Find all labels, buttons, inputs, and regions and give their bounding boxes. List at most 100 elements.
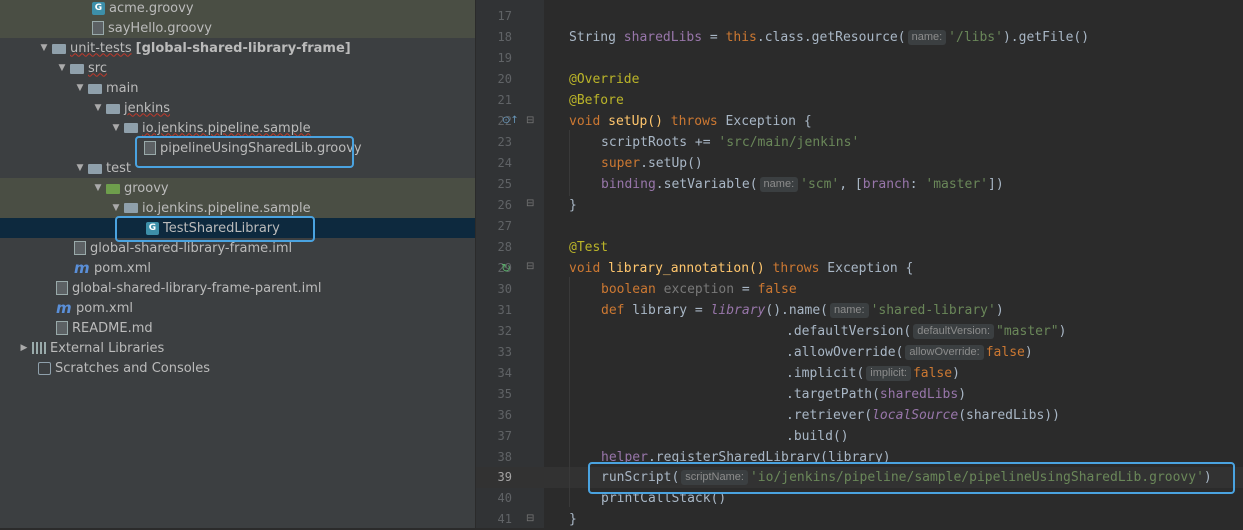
keyword-token: void [569, 114, 601, 129]
tree-item-package-main[interactable]: ▼ io.jenkins.pipeline.sample [0, 118, 475, 138]
keyword-token: super [601, 156, 641, 171]
folder-icon [70, 63, 84, 74]
punct-token: : [909, 177, 926, 192]
line-number: 27 [497, 219, 512, 233]
code-line-35: .targetPath(sharedLibs) [786, 384, 966, 405]
scratches-icon [38, 361, 51, 375]
indent-guide [569, 130, 570, 196]
code-line-18: String sharedLibs = this.class.getResour… [569, 27, 1089, 48]
tree-item-label: groovy [124, 180, 169, 196]
fold-marker-icon[interactable]: ⊟ [526, 115, 534, 126]
call-token: runScript( [601, 470, 680, 485]
expand-arrow-icon[interactable]: ▼ [92, 103, 104, 113]
expand-arrow-icon[interactable]: ▼ [110, 203, 122, 213]
module-folder-icon [52, 43, 66, 54]
line-number: 35 [497, 387, 512, 401]
parameter-hint: allowOverride: [905, 345, 984, 360]
package-icon [124, 123, 138, 133]
tree-item-external-libraries[interactable]: ▶ External Libraries [0, 338, 475, 358]
tree-item-sayhello-groovy[interactable]: sayHello.groovy [0, 18, 475, 38]
maven-icon: m [74, 258, 90, 277]
line-number: 32 [497, 324, 512, 338]
call-token: .targetPath( [786, 387, 880, 402]
tree-item-scratches[interactable]: Scratches and Consoles [0, 358, 475, 378]
string-token: 'io/jenkins/pipeline/sample/pipelineUsin… [749, 470, 1204, 485]
tree-item-package-test[interactable]: ▼ io.jenkins.pipeline.sample [0, 198, 475, 218]
call-token: .defaultVersion( [786, 324, 912, 339]
punct-token: ]) [988, 177, 1004, 192]
expand-arrow-icon[interactable]: ▼ [110, 123, 122, 133]
line-number: 28 [497, 240, 512, 254]
code-line-24: super.setUp() [601, 153, 703, 174]
tree-item-iml[interactable]: global-shared-library-frame.iml [0, 238, 475, 258]
method-token: localSource [872, 408, 959, 423]
tree-item-unit-tests[interactable]: ▼ unit-tests [global-shared-library-fram… [0, 38, 475, 58]
code-line-36: .retriever(localSource(sharedLibs)) [786, 405, 1060, 426]
punct-token: , [ [839, 177, 863, 192]
code-line-34: .implicit(implicit: false) [786, 363, 960, 384]
line-number: 17 [497, 9, 512, 23]
call-token: ).getFile() [1002, 30, 1090, 45]
operator-token: = [734, 282, 758, 297]
tree-item-pom-module[interactable]: m pom.xml [0, 258, 475, 278]
tree-item-testsharedlibrary[interactable]: G TestSharedLibrary [0, 218, 475, 238]
keyword-token: def [601, 303, 625, 318]
tree-item-label: main [106, 80, 139, 96]
call-token: .registerSharedLibrary(library) [647, 450, 891, 465]
fold-marker-icon[interactable]: ⊟ [526, 513, 534, 524]
groovy-script-icon [92, 21, 104, 35]
call-token: .retriever( [786, 408, 873, 423]
tree-item-jenkins[interactable]: ▼ jenkins [0, 98, 475, 118]
string-token: 'src/main/jenkins' [718, 135, 860, 150]
operator-token: = [702, 30, 726, 45]
code-line-23: scriptRoots += 'src/main/jenkins' [601, 132, 859, 153]
tree-item-test[interactable]: ▼ test [0, 158, 475, 178]
keyword-token: boolean [601, 282, 656, 297]
tree-item-readme[interactable]: README.md [0, 318, 475, 338]
iml-file-icon [56, 281, 68, 295]
expand-arrow-icon[interactable]: ▼ [92, 183, 104, 193]
string-token: 'master' [925, 177, 988, 192]
tree-item-label: unit-tests [70, 40, 132, 56]
code-line-26: } [569, 198, 577, 213]
parameter-hint: defaultVersion: [913, 324, 995, 339]
tree-item-label: README.md [72, 320, 153, 336]
tree-item-main[interactable]: ▼ main [0, 78, 475, 98]
line-number-current: 39 [497, 470, 512, 484]
expand-arrow-icon[interactable]: ▼ [56, 63, 68, 73]
tree-item-src[interactable]: ▼ src [0, 58, 475, 78]
collapse-arrow-icon[interactable]: ▶ [18, 343, 30, 353]
code-line-40: printCallStack() [601, 491, 727, 506]
run-test-icon[interactable]: ↻ [501, 261, 511, 275]
method-token: setUp() [600, 114, 671, 129]
parameter-hint: implicit: [866, 366, 911, 381]
map-key-token: branch [862, 177, 910, 192]
tree-item-label: pom.xml [94, 260, 151, 276]
tree-item-groovy-folder[interactable]: ▼ groovy [0, 178, 475, 198]
tree-item-pipeline-groovy[interactable]: pipelineUsingSharedLib.groovy [0, 138, 475, 158]
tree-item-label: io.jenkins.pipeline.sample [142, 200, 311, 216]
tree-item-parent-iml[interactable]: global-shared-library-frame-parent.iml [0, 278, 475, 298]
tree-item-label: test [106, 160, 131, 176]
code-line-25: binding.setVariable(name:'scm', [branch:… [601, 174, 1004, 195]
markdown-file-icon [56, 321, 68, 335]
expand-arrow-icon[interactable]: ▼ [38, 43, 50, 53]
fold-marker-icon[interactable]: ⊟ [526, 198, 534, 209]
project-tree: G acme.groovy sayHello.groovy ▼ unit-tes… [0, 0, 475, 528]
expand-arrow-icon[interactable]: ▼ [74, 83, 86, 93]
fold-marker-icon[interactable]: ⊟ [526, 261, 534, 272]
line-number: 31 [497, 303, 512, 317]
punct-token: ) [1203, 470, 1212, 485]
code-line-28: @Test [569, 240, 609, 255]
expand-arrow-icon[interactable]: ▼ [74, 163, 86, 173]
package-icon [124, 203, 138, 213]
parameter-hint: scriptName: [681, 470, 748, 485]
line-number: 26 [497, 198, 512, 212]
override-marker-icon[interactable]: ⊙↑ [502, 115, 519, 126]
folder-icon [88, 163, 102, 174]
indent-guide [569, 277, 570, 507]
tree-item-acme-groovy[interactable]: G acme.groovy [0, 0, 475, 18]
punct-token: ) [1024, 345, 1033, 360]
tree-item-pom-root[interactable]: m pom.xml [0, 298, 475, 318]
punct-token: ) [958, 387, 967, 402]
